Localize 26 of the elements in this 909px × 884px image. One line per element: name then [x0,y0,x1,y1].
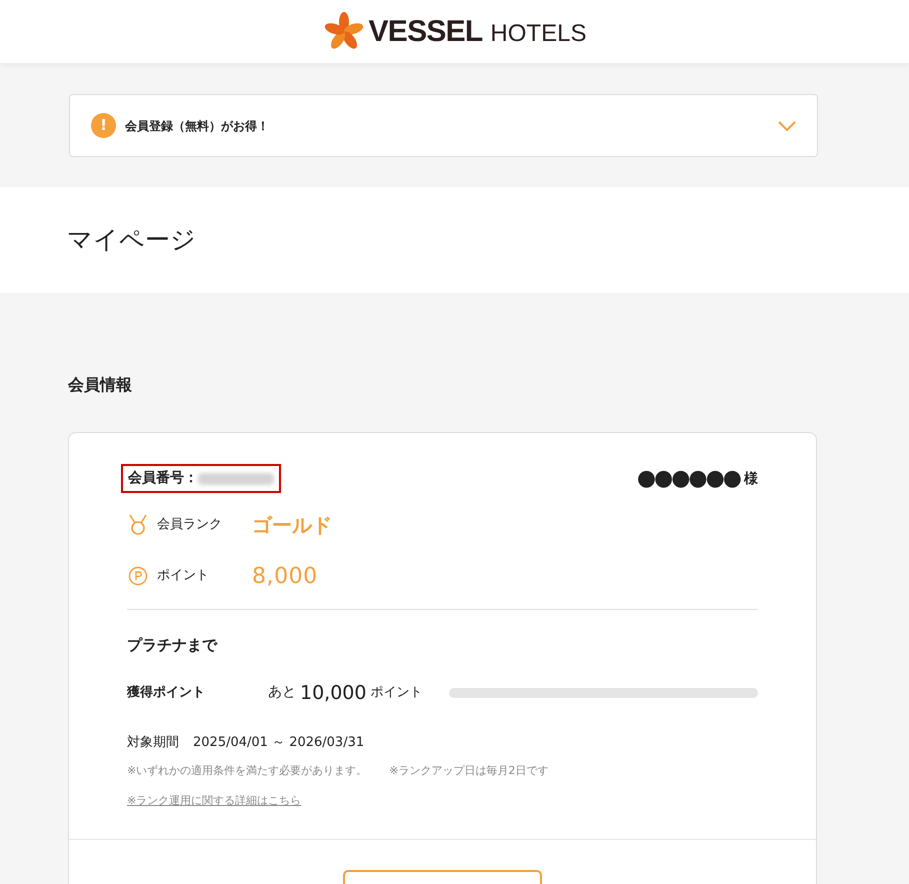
note-text: ※いずれかの適用条件を満たす必要があります。 [127,762,368,778]
remaining-unit: ポイント [370,684,422,702]
remaining-prefix: あと [268,683,296,702]
rank-value: ゴールド [252,512,332,539]
honorific: 様 [744,470,758,488]
points-value: 8,000 [252,562,318,590]
points-label: ポイント [157,567,210,586]
registration-accordion[interactable]: ! 会員登録（無料）がお得！ [69,94,818,157]
remaining-points: 10,000 [300,680,366,706]
point-coin-icon [128,566,148,586]
progress-title: プラチナまで [127,635,218,656]
rank-label: 会員ランク [157,516,223,534]
section-title: 会員情報 [68,374,133,396]
period-value: 2025/04/01 ～ 2026/03/31 [193,734,364,752]
member-name: ●●●●●● [636,468,740,490]
member-number-label: 会員番号： [128,469,198,488]
page-title: マイページ [67,224,196,256]
logo-wordmark: VESSEL [368,16,482,46]
logo-wordmark-sub: HOTELS [490,22,586,46]
flower-logo-icon [322,12,365,52]
medal-icon [128,514,148,536]
period-label: 対象期間 [127,734,179,752]
alert-icon: ! [91,113,116,138]
rank-details-link[interactable]: ※ランク運用に関する詳細はこちら [127,793,302,810]
note-text: ※ランクアップ日は毎月2日です [389,762,548,778]
earned-points-label: 獲得ポイント [127,684,206,702]
